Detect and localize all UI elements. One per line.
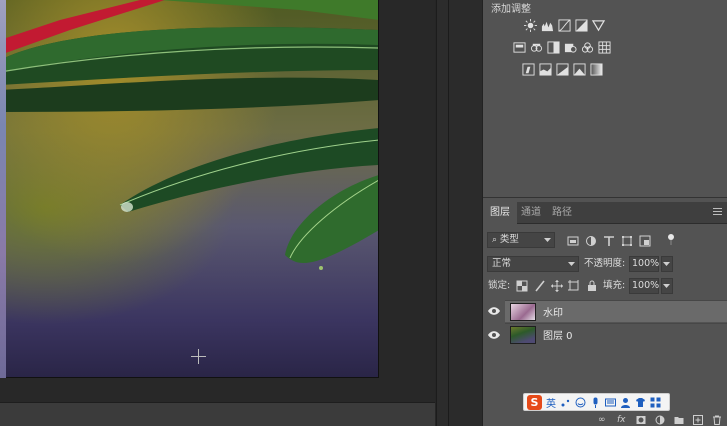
opacity-dropdown[interactable] xyxy=(661,256,673,272)
canvas-area[interactable] xyxy=(0,0,435,426)
channel-mixer-icon[interactable] xyxy=(597,40,611,54)
lock-artboard-icon[interactable] xyxy=(568,280,580,292)
link-icon[interactable]: ∞ xyxy=(598,415,608,425)
adjustments-row-1 xyxy=(523,18,605,32)
threshold-icon[interactable] xyxy=(555,62,569,76)
canvas-edge-strip xyxy=(0,0,6,378)
lock-row: 锁定: 填充: 100% xyxy=(483,278,727,300)
emoji-icon[interactable] xyxy=(575,397,586,408)
selective-color-icon[interactable] xyxy=(572,62,586,76)
adjustment-layer-icon[interactable] xyxy=(655,415,665,425)
blend-mode-select[interactable]: 正常 xyxy=(487,256,579,272)
toolbox-icon[interactable] xyxy=(650,397,661,408)
adjustments-row-3 xyxy=(521,62,603,76)
photo-filter-icon[interactable] xyxy=(580,40,594,54)
mask-icon[interactable] xyxy=(636,415,646,425)
lock-label: 锁定: xyxy=(488,280,511,291)
brightness-icon[interactable] xyxy=(523,18,537,32)
delete-icon[interactable] xyxy=(712,415,722,425)
ime-mode-label[interactable]: 英 xyxy=(546,395,556,410)
lock-image-pixels-icon[interactable] xyxy=(534,280,546,292)
lock-all-icon[interactable] xyxy=(586,280,598,292)
chevron-down-icon xyxy=(568,262,575,266)
panel-gutter xyxy=(448,0,482,426)
skin-icon[interactable] xyxy=(635,397,646,408)
lock-transparent-icon[interactable] xyxy=(516,280,528,292)
vertical-scrollbar[interactable] xyxy=(436,0,448,426)
layer-thumbnail xyxy=(510,326,536,344)
opacity-label: 不透明度: xyxy=(584,258,626,269)
adjustments-row-2 xyxy=(512,40,611,54)
document-image[interactable] xyxy=(0,0,379,378)
layer-thumbnail xyxy=(510,303,536,321)
filter-row: ⌕ 类型 xyxy=(483,230,727,252)
filter-kind-value: 类型 xyxy=(499,234,519,245)
sogou-logo-icon[interactable]: S xyxy=(527,394,542,410)
photoshop-window: 添加调整 图层 通道 路径 ⌕ 类型 正常 不透明度: 100% 锁定: 填充:… xyxy=(0,0,727,426)
exposure-icon[interactable] xyxy=(574,18,588,32)
blend-row: 正常 不透明度: 100% xyxy=(483,254,727,276)
status-bar xyxy=(0,402,435,426)
crosshair-cursor-icon xyxy=(191,349,206,364)
right-panels: 添加调整 图层 通道 路径 ⌕ 类型 正常 不透明度: 100% 锁定: 填充:… xyxy=(482,0,727,426)
layer-name: 水印 xyxy=(543,308,563,319)
microphone-icon[interactable] xyxy=(590,397,601,408)
chevron-down-icon xyxy=(663,284,670,288)
gradient-triangle-icon[interactable] xyxy=(591,18,605,32)
posterize-icon[interactable] xyxy=(538,62,552,76)
fx-icon[interactable]: fx xyxy=(617,415,627,425)
curves-icon[interactable] xyxy=(557,18,571,32)
panel-menu-icon[interactable] xyxy=(713,208,722,217)
fill-input[interactable]: 100% xyxy=(629,278,659,294)
lock-position-icon[interactable] xyxy=(551,280,563,292)
layer-row-watermark[interactable]: 水印 xyxy=(505,300,727,322)
fill-label: 填充: xyxy=(603,280,626,291)
tab-channels[interactable]: 通道 xyxy=(514,202,548,224)
layer-visibility-eye-icon[interactable] xyxy=(488,306,500,316)
bw-icon[interactable] xyxy=(563,40,577,54)
ime-toolbar: S 英 xyxy=(523,393,670,411)
opacity-input[interactable]: 100% xyxy=(629,256,659,272)
group-icon[interactable] xyxy=(674,415,684,425)
color-balance-icon[interactable] xyxy=(546,40,560,54)
search-icon: ⌕ xyxy=(492,235,500,245)
invert-icon[interactable] xyxy=(521,62,535,76)
user-icon[interactable] xyxy=(620,397,631,408)
layer-row-layer0[interactable]: 图层 0 xyxy=(505,323,727,345)
keyboard-icon[interactable] xyxy=(605,397,616,408)
levels-icon[interactable] xyxy=(540,18,554,32)
filter-toggle-icon[interactable] xyxy=(665,233,677,245)
chevron-down-icon xyxy=(663,262,670,266)
filter-kind-select[interactable]: ⌕ 类型 xyxy=(487,232,555,248)
filter-adjustment-icon[interactable] xyxy=(585,235,597,247)
filter-pixel-icon[interactable] xyxy=(567,235,579,247)
new-layer-icon[interactable] xyxy=(693,415,703,425)
chevron-down-icon xyxy=(544,238,551,242)
filter-shape-icon[interactable] xyxy=(621,235,633,247)
gradient-map-icon[interactable] xyxy=(589,62,603,76)
adjustments-panel: 添加调整 xyxy=(483,0,727,198)
tab-layers[interactable]: 图层 xyxy=(483,202,517,224)
adjustments-title: 添加调整 xyxy=(491,4,531,15)
layers-bottom-toolbar: ∞ fx xyxy=(543,415,727,426)
fill-dropdown[interactable] xyxy=(661,278,673,294)
layers-panel: 图层 通道 路径 ⌕ 类型 正常 不透明度: 100% 锁定: 填充: 100%… xyxy=(483,202,727,426)
layer-name: 图层 0 xyxy=(543,331,573,342)
punctuation-icon[interactable] xyxy=(560,397,571,408)
hue-icon[interactable] xyxy=(529,40,543,54)
filter-smart-object-icon[interactable] xyxy=(639,235,651,247)
layer-visibility-eye-icon[interactable] xyxy=(488,330,500,340)
layers-tab-bar: 图层 通道 路径 xyxy=(483,202,727,224)
filter-type-icon[interactable] xyxy=(603,235,615,247)
tab-paths[interactable]: 路径 xyxy=(545,202,579,224)
blend-mode-value: 正常 xyxy=(492,258,512,269)
vibrance-icon[interactable] xyxy=(512,40,526,54)
